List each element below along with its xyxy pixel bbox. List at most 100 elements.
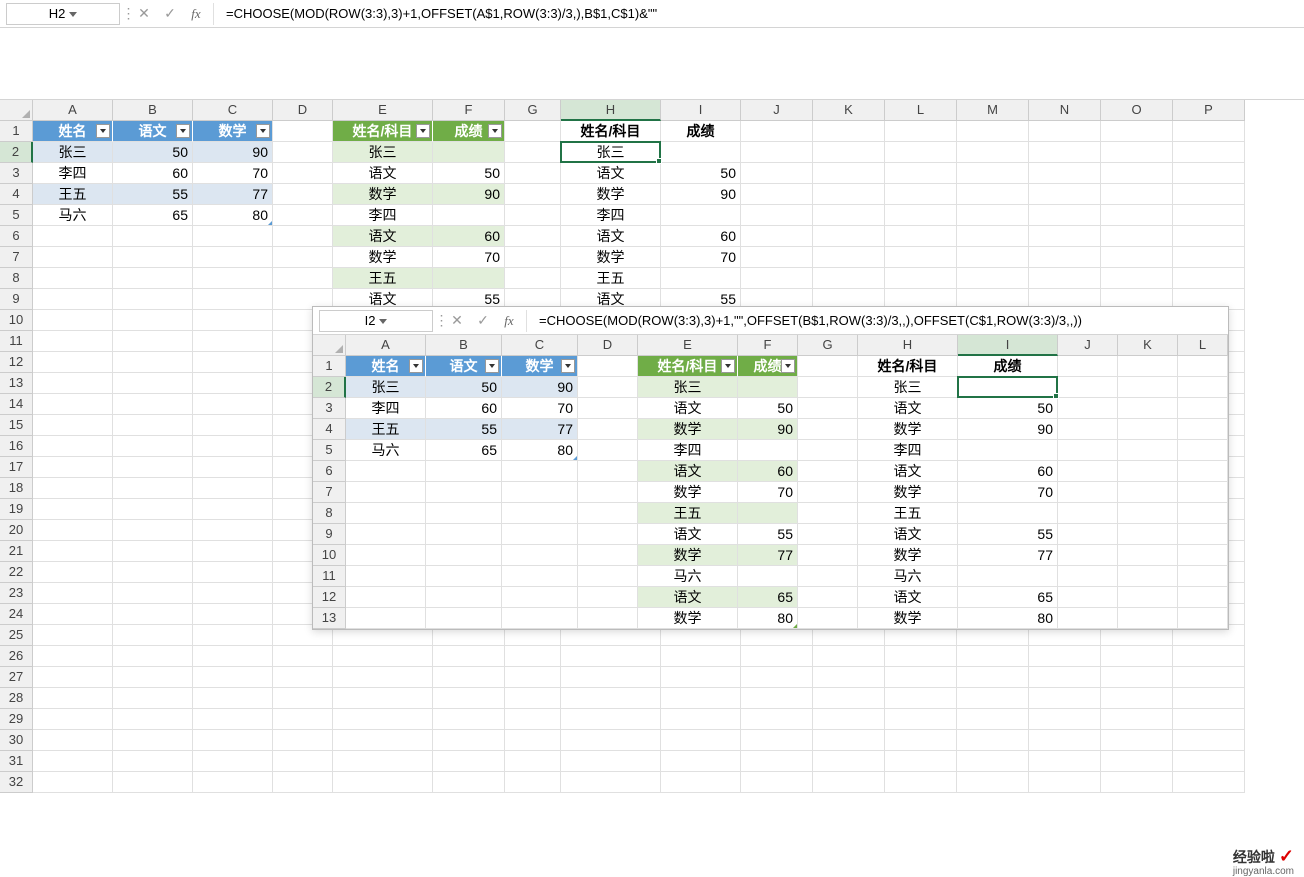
cell-B32[interactable]: [113, 772, 193, 793]
cell-I10[interactable]: 77: [958, 545, 1058, 566]
cell-J3[interactable]: [1058, 398, 1118, 419]
row-header-3[interactable]: 3: [313, 398, 346, 419]
cell-B27[interactable]: [113, 667, 193, 688]
cell-I26[interactable]: [661, 646, 741, 667]
row-header-3[interactable]: 3: [0, 163, 33, 184]
cell-H26[interactable]: [561, 646, 661, 667]
cell-C7[interactable]: [502, 482, 578, 503]
cell-A1[interactable]: 姓名: [346, 356, 426, 377]
cell-J8[interactable]: [741, 268, 813, 289]
cell-A6[interactable]: [33, 226, 113, 247]
cell-E2[interactable]: 张三: [638, 377, 738, 398]
cell-E7[interactable]: 数学: [638, 482, 738, 503]
cell-C25[interactable]: [193, 625, 273, 646]
cell-A12[interactable]: [33, 352, 113, 373]
cell-K5[interactable]: [1118, 440, 1178, 461]
cell-A11[interactable]: [346, 566, 426, 587]
cell-C12[interactable]: [193, 352, 273, 373]
cell-M1[interactable]: [957, 121, 1029, 142]
cell-H3[interactable]: 语文: [561, 163, 661, 184]
select-all-corner[interactable]: [313, 335, 346, 356]
cell-K27[interactable]: [813, 667, 885, 688]
cell-N29[interactable]: [1029, 709, 1101, 730]
row-header-1[interactable]: 1: [313, 356, 346, 377]
filter-button[interactable]: [176, 124, 190, 138]
cell-C19[interactable]: [193, 499, 273, 520]
cell-F2[interactable]: [738, 377, 798, 398]
cell-K32[interactable]: [813, 772, 885, 793]
cell-C10[interactable]: [193, 310, 273, 331]
cell-E31[interactable]: [333, 751, 433, 772]
cell-P27[interactable]: [1173, 667, 1245, 688]
cell-I1[interactable]: 成绩: [661, 121, 741, 142]
cell-G6[interactable]: [505, 226, 561, 247]
cell-C18[interactable]: [193, 478, 273, 499]
cell-A4[interactable]: 王五: [33, 184, 113, 205]
cell-N3[interactable]: [1029, 163, 1101, 184]
cell-A32[interactable]: [33, 772, 113, 793]
cell-C31[interactable]: [193, 751, 273, 772]
cell-B29[interactable]: [113, 709, 193, 730]
cell-O30[interactable]: [1101, 730, 1173, 751]
cell-J7[interactable]: [1058, 482, 1118, 503]
cell-B14[interactable]: [113, 394, 193, 415]
cell-F1[interactable]: 成绩: [433, 121, 505, 142]
cell-C21[interactable]: [193, 541, 273, 562]
cell-A13[interactable]: [346, 608, 426, 629]
cell-B10[interactable]: [113, 310, 193, 331]
cell-C20[interactable]: [193, 520, 273, 541]
cell-F3[interactable]: 50: [738, 398, 798, 419]
cell-C6[interactable]: [502, 461, 578, 482]
cell-E29[interactable]: [333, 709, 433, 730]
col-header-C[interactable]: C: [193, 100, 273, 121]
cell-E6[interactable]: 语文: [333, 226, 433, 247]
cell-C4[interactable]: 77: [502, 419, 578, 440]
col-header-J[interactable]: J: [741, 100, 813, 121]
cell-E4[interactable]: 数学: [638, 419, 738, 440]
cell-E27[interactable]: [333, 667, 433, 688]
cell-O31[interactable]: [1101, 751, 1173, 772]
cell-A5[interactable]: 马六: [346, 440, 426, 461]
cell-G5[interactable]: [505, 205, 561, 226]
cell-C11[interactable]: [502, 566, 578, 587]
cell-B19[interactable]: [113, 499, 193, 520]
cell-O28[interactable]: [1101, 688, 1173, 709]
cell-D5[interactable]: [273, 205, 333, 226]
cell-J7[interactable]: [741, 247, 813, 268]
cell-L10[interactable]: [1178, 545, 1228, 566]
cell-G7[interactable]: [798, 482, 858, 503]
cell-L1[interactable]: [885, 121, 957, 142]
cell-E13[interactable]: 数学: [638, 608, 738, 629]
row-header-21[interactable]: 21: [0, 541, 33, 562]
row-header-11[interactable]: 11: [313, 566, 346, 587]
filter-button[interactable]: [256, 124, 270, 138]
col-header-C[interactable]: C: [502, 335, 578, 356]
cell-G1[interactable]: [505, 121, 561, 142]
cell-F9[interactable]: 55: [738, 524, 798, 545]
cell-K26[interactable]: [813, 646, 885, 667]
cell-A3[interactable]: 李四: [33, 163, 113, 184]
cell-C15[interactable]: [193, 415, 273, 436]
cell-E5[interactable]: 李四: [333, 205, 433, 226]
cell-A22[interactable]: [33, 562, 113, 583]
col-header-G[interactable]: G: [798, 335, 858, 356]
cell-C27[interactable]: [193, 667, 273, 688]
cell-I3[interactable]: 50: [958, 398, 1058, 419]
cell-K30[interactable]: [813, 730, 885, 751]
cell-F13[interactable]: 80: [738, 608, 798, 629]
cell-B3[interactable]: 60: [426, 398, 502, 419]
cell-E10[interactable]: 数学: [638, 545, 738, 566]
enter-button[interactable]: ✓: [470, 310, 496, 332]
col-header-D[interactable]: D: [273, 100, 333, 121]
cell-D12[interactable]: [578, 587, 638, 608]
row-header-6[interactable]: 6: [313, 461, 346, 482]
row-header-20[interactable]: 20: [0, 520, 33, 541]
cell-B2[interactable]: 50: [113, 142, 193, 163]
row-header-8[interactable]: 8: [0, 268, 33, 289]
cell-D3[interactable]: [578, 398, 638, 419]
cell-L6[interactable]: [885, 226, 957, 247]
cell-G2[interactable]: [505, 142, 561, 163]
cell-G10[interactable]: [798, 545, 858, 566]
cell-H31[interactable]: [561, 751, 661, 772]
cell-H12[interactable]: 语文: [858, 587, 958, 608]
